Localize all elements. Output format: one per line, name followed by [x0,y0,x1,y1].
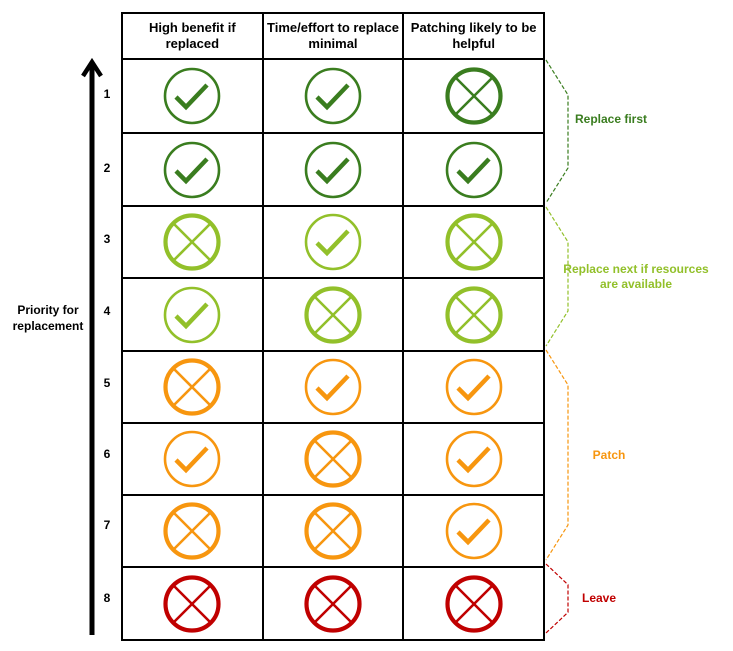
cell-no [261,277,405,352]
cross-circle-icon [304,430,362,488]
priority-arrow [81,57,103,635]
cross-circle-icon [163,358,221,416]
table-row [121,494,545,568]
cell-no [402,566,545,641]
table-row [121,277,545,352]
cross-circle-icon [163,502,221,560]
cell-yes [402,494,545,568]
rank-label: 3 [103,232,111,246]
column-header-high-benefit: High benefit if replaced [121,12,264,60]
cell-yes [121,277,264,352]
cell-no [402,277,545,352]
bracket-replace-first [545,59,569,204]
cross-circle-icon [304,502,362,560]
rank-label: 6 [103,447,111,461]
cell-yes [402,422,545,496]
check-circle-icon [304,141,362,198]
rank-label: 2 [103,160,111,175]
bracket-patch [545,349,569,561]
cell-no [121,350,264,424]
cross-circle-icon [445,213,503,271]
cell-no [402,205,545,279]
check-circle-icon [304,67,362,125]
check-circle-icon [445,141,502,198]
table-row [121,58,545,134]
check-circle-icon [445,430,502,488]
check-circle-icon [164,286,221,343]
group-label-leave: Leave [581,591,617,605]
group-brackets [545,59,569,634]
header-row: High benefit if replaced Time/effort to … [121,12,545,60]
cell-yes [261,205,405,279]
table-row [121,350,545,424]
rank-label: 1 [103,87,111,101]
column-header-patching: Patching likely to be helpful [402,12,545,60]
cell-no [261,422,405,496]
cell-yes [402,350,545,424]
axis-label: Priority for replacement [12,303,84,333]
check-circle-icon [445,358,502,416]
table-row [121,132,545,207]
check-circle-icon [164,430,221,488]
check-circle-icon [304,213,362,271]
cell-no [121,205,264,279]
cell-no [261,494,405,568]
rank-label: 4 [103,303,111,318]
cell-yes [121,58,264,134]
column-header-time-effort: Time/effort to replace minimal [261,12,405,60]
check-circle-icon [445,502,502,560]
table-row [121,205,545,279]
cross-circle-icon [304,574,362,633]
check-circle-icon [304,358,362,416]
cell-yes [261,350,405,424]
group-label-replace-first: Replace first [574,112,648,126]
cell-no [402,58,545,134]
cell-no [121,494,264,568]
rank-label: 7 [103,518,111,532]
cell-yes [402,132,545,207]
table-row [121,422,545,496]
cross-circle-icon [163,574,221,633]
rank-label: 8 [103,590,111,605]
check-circle-icon [164,67,221,125]
table-row [121,566,545,641]
cross-circle-icon [304,285,362,344]
check-circle-icon [164,141,221,198]
cell-no [261,566,405,641]
cell-yes [121,422,264,496]
priority-table: High benefit if replaced Time/effort to … [121,12,545,641]
cell-yes [261,58,405,134]
group-label-replace-next: Replace next if resources are available [563,261,709,291]
cell-yes [261,132,405,207]
cross-circle-icon [445,574,503,633]
cross-circle-icon [445,285,503,344]
cross-circle-icon [445,67,503,125]
cross-circle-icon [163,213,221,271]
cell-yes [121,132,264,207]
cell-no [121,566,264,641]
group-label-patch: Patch [592,447,626,462]
rank-label: 5 [103,376,111,390]
bracket-leave [545,563,569,634]
